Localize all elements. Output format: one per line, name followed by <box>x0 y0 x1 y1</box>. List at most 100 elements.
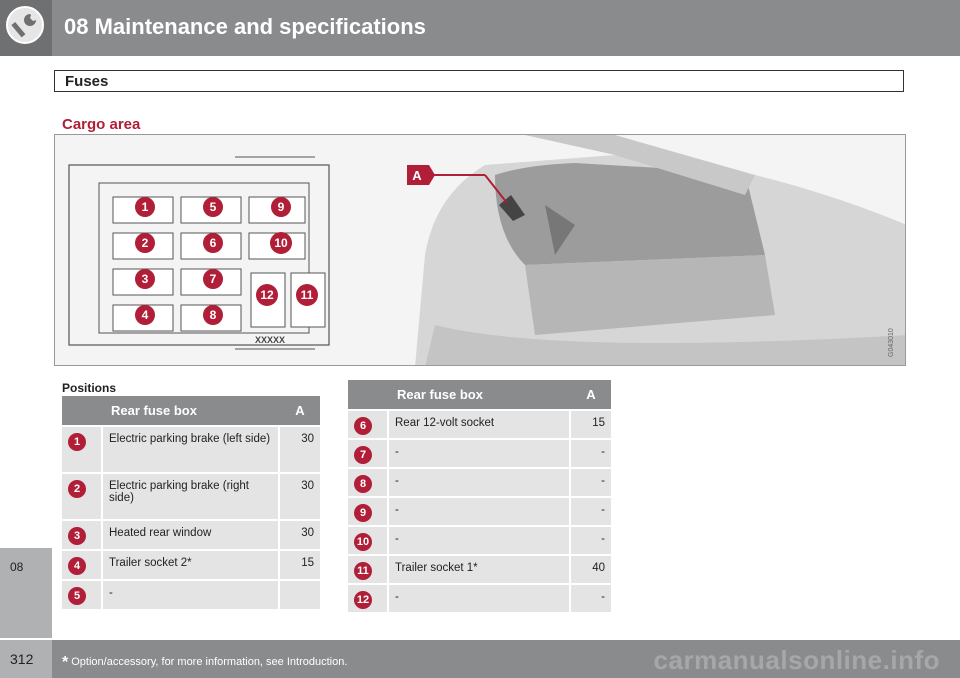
fuse-callout-8-label: 8 <box>210 308 217 322</box>
row-num: 6 <box>348 411 389 440</box>
row-name: - <box>389 440 571 469</box>
row-name: Trailer socket 2* <box>103 551 280 581</box>
chapter-header: 08 Maintenance and specifications <box>0 0 960 56</box>
footnote-asterisk: * <box>62 654 69 671</box>
fuse-callout-7-label: 7 <box>210 272 217 286</box>
row-num: 4 <box>62 551 103 581</box>
table-row: 10 - - <box>348 527 611 556</box>
fuse-box-code: XXXXX <box>255 335 285 345</box>
fuse-location-illustration: 1 2 3 4 5 6 7 8 9 10 11 12 XXXXX A G0430… <box>54 134 906 366</box>
table-row: 7 - - <box>348 440 611 469</box>
row-name: - <box>389 498 571 527</box>
table-row: 2 Electric parking brake (right side) 30 <box>62 474 320 521</box>
row-amp: 30 <box>280 427 320 474</box>
table-header-row: Rear fuse box A <box>62 396 320 427</box>
maintenance-wrench-icon <box>0 0 52 56</box>
fuse-number-badge: 4 <box>68 557 86 575</box>
positions-label: Positions <box>62 381 117 395</box>
figure-id: G043010 <box>888 328 895 357</box>
table-row: 5 - <box>62 581 320 611</box>
fuse-number-badge: 3 <box>68 527 86 545</box>
table-row: 1 Electric parking brake (left side) 30 <box>62 427 320 474</box>
fuse-number-badge: 10 <box>354 533 372 551</box>
header-amp: A <box>280 396 320 427</box>
page-number-box: 312 <box>0 640 52 678</box>
header-num <box>62 396 103 427</box>
fuse-callout-5-label: 5 <box>210 200 217 214</box>
table-row: 8 - - <box>348 469 611 498</box>
fuse-table-left: Rear fuse box A 1 Electric parking brake… <box>62 396 320 611</box>
table-row: 3 Heated rear window 30 <box>62 521 320 551</box>
row-num: 8 <box>348 469 389 498</box>
table-header-row: Rear fuse box A <box>348 380 611 411</box>
row-num: 7 <box>348 440 389 469</box>
row-name: Rear 12-volt socket <box>389 411 571 440</box>
table-row: 12 - - <box>348 585 611 614</box>
row-name: Electric parking brake (left side) <box>103 427 280 474</box>
row-amp: - <box>571 527 611 556</box>
row-num: 2 <box>62 474 103 521</box>
row-num: 9 <box>348 498 389 527</box>
fuse-callout-6-label: 6 <box>210 236 217 250</box>
row-amp: - <box>571 440 611 469</box>
chapter-tab-label: 08 <box>10 560 24 574</box>
table-row: 11 Trailer socket 1* 40 <box>348 556 611 585</box>
page-number: 312 <box>10 651 34 667</box>
fuse-callout-4-label: 4 <box>142 308 149 322</box>
header-name: Rear fuse box <box>389 380 571 411</box>
fuse-number-badge: 12 <box>354 591 372 609</box>
fuse-number-badge: 9 <box>354 504 372 522</box>
row-num: 5 <box>62 581 103 611</box>
row-amp: 40 <box>571 556 611 585</box>
row-amp: 15 <box>280 551 320 581</box>
fuse-callout-2-label: 2 <box>142 236 149 250</box>
header-name: Rear fuse box <box>103 396 280 427</box>
fuse-callout-11-label: 11 <box>301 288 314 302</box>
fuse-number-badge: 6 <box>354 417 372 435</box>
row-name: Electric parking brake (right side) <box>103 474 280 521</box>
header-amp: A <box>571 380 611 411</box>
chapter-title: 08 Maintenance and specifications <box>64 14 426 39</box>
fuse-number-badge: 1 <box>68 433 86 451</box>
row-amp: 30 <box>280 521 320 551</box>
row-name: - <box>389 527 571 556</box>
page-subtitle: Cargo area <box>62 116 141 133</box>
fuse-callout-9-label: 9 <box>278 200 285 214</box>
fuse-number-badge: 8 <box>354 475 372 493</box>
footnote-text: Option/accessory, for more information, … <box>71 656 348 668</box>
row-amp: - <box>571 585 611 614</box>
row-name: - <box>389 469 571 498</box>
page-footer: 312 * Option/accessory, for more informat… <box>0 640 960 678</box>
row-name: Heated rear window <box>103 521 280 551</box>
row-num: 3 <box>62 521 103 551</box>
fuse-callout-10-label: 10 <box>274 236 288 250</box>
header-num <box>348 380 389 411</box>
row-amp: 30 <box>280 474 320 521</box>
row-name: Trailer socket 1* <box>389 556 571 585</box>
callout-a-label: A <box>412 168 422 183</box>
row-amp: - <box>571 469 611 498</box>
chapter-side-tab: 08 <box>0 548 52 638</box>
row-amp: - <box>571 498 611 527</box>
fuse-number-badge: 7 <box>354 446 372 464</box>
table-row: 6 Rear 12-volt socket 15 <box>348 411 611 440</box>
row-num: 1 <box>62 427 103 474</box>
fuse-callout-3-label: 3 <box>142 272 149 286</box>
fuse-table-right: Rear fuse box A 6 Rear 12-volt socket 15… <box>348 380 611 614</box>
fuse-number-badge: 2 <box>68 480 86 498</box>
section-title: Fuses <box>65 73 109 90</box>
watermark: carmanualsonline.info <box>653 645 940 675</box>
row-amp <box>280 581 320 611</box>
row-num: 11 <box>348 556 389 585</box>
table-row: 4 Trailer socket 2* 15 <box>62 551 320 581</box>
row-num: 10 <box>348 527 389 556</box>
row-name: - <box>103 581 280 611</box>
fuse-number-badge: 5 <box>68 587 86 605</box>
section-heading: Fuses <box>54 70 904 92</box>
row-amp: 15 <box>571 411 611 440</box>
fuse-callout-12-label: 12 <box>260 288 274 302</box>
footnote: * Option/accessory, for more information,… <box>62 652 348 671</box>
fuse-number-badge: 11 <box>354 562 372 580</box>
row-name: - <box>389 585 571 614</box>
row-num: 12 <box>348 585 389 614</box>
